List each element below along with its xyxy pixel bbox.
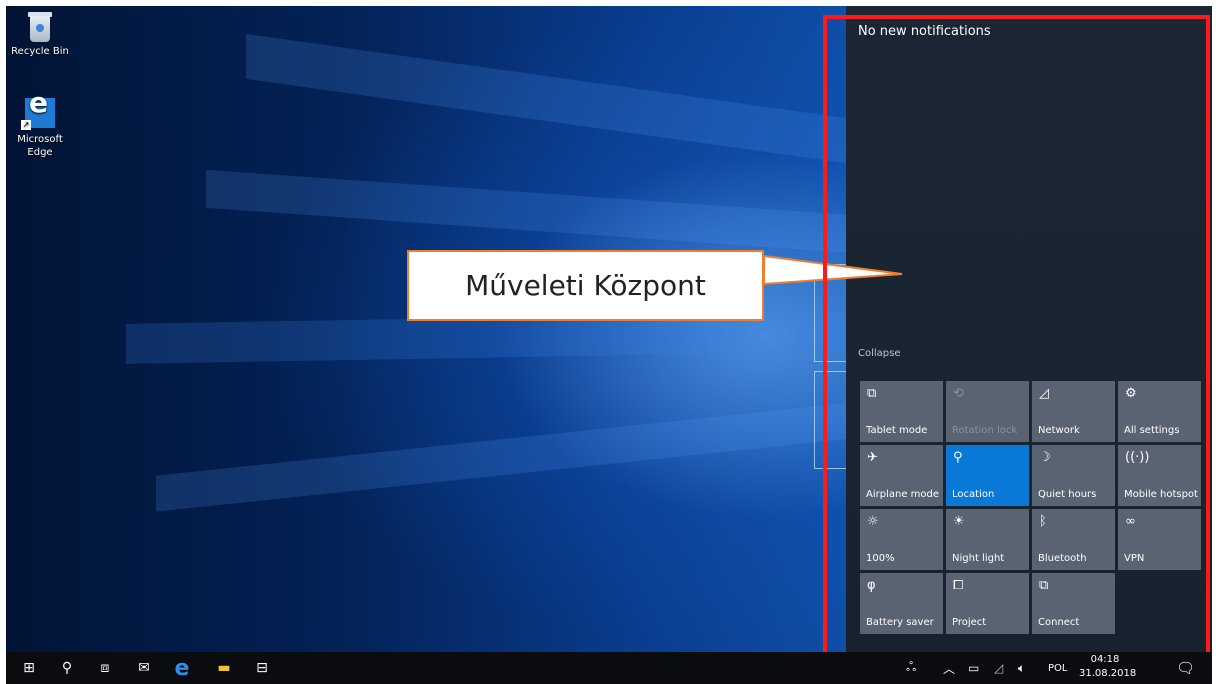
task-view-button[interactable]: ⧈ bbox=[90, 652, 120, 684]
task-view-icon: ⧈ bbox=[100, 660, 110, 676]
desktop-wallpaper bbox=[6, 6, 866, 652]
screenshot: Recycle Bin e ↗ Microsoft Edge No new not… bbox=[0, 0, 1216, 684]
desktop-icon-label: Recycle Bin bbox=[11, 46, 69, 57]
edge-icon: e bbox=[174, 655, 190, 681]
clock-date: 31.08.2018 bbox=[1079, 668, 1137, 679]
store-icon: ⊟ bbox=[256, 660, 268, 676]
desktop-icon-recycle-bin[interactable]: Recycle Bin bbox=[10, 10, 70, 58]
clock-time: 04:18 bbox=[1090, 654, 1120, 665]
volume-button[interactable]: 🔈︎ bbox=[1018, 652, 1025, 684]
battery-icon: ▭ bbox=[968, 661, 980, 675]
desktop-icon-label: Microsoft Edge bbox=[17, 134, 63, 158]
highlight-box bbox=[823, 15, 1210, 683]
show-hidden-icons-button[interactable]: ︿ bbox=[943, 652, 955, 684]
desktop-icon-microsoft-edge[interactable]: e ↗ Microsoft Edge bbox=[10, 89, 70, 159]
clock[interactable]: 04:18 31.08.2018 bbox=[1079, 653, 1137, 681]
taskbar-file-explorer[interactable]: ▬ bbox=[209, 652, 239, 684]
search-icon: ⚲ bbox=[61, 660, 73, 676]
taskbar-edge[interactable]: e bbox=[167, 652, 197, 684]
taskbar: ⊞ ⚲ ⧈ ✉ e ▬ ⊟ ஃ ︿ ▭ ◿ � bbox=[6, 652, 1212, 684]
action-center-button[interactable]: 🗨︎ bbox=[1176, 652, 1195, 684]
input-language[interactable]: POL bbox=[1048, 652, 1067, 684]
callout-label: Műveleti Központ bbox=[407, 250, 764, 321]
start-button[interactable]: ⊞ bbox=[14, 652, 44, 684]
taskbar-store[interactable]: ⊟ bbox=[247, 652, 277, 684]
search-button[interactable]: ⚲ bbox=[52, 652, 82, 684]
folder-icon: ▬ bbox=[217, 660, 231, 676]
people-button[interactable]: ஃ bbox=[906, 652, 916, 684]
speaker-icon: 🔈︎ bbox=[1018, 660, 1026, 675]
chevron-up-icon: ︿ bbox=[943, 661, 956, 676]
windows-icon: ⊞ bbox=[23, 660, 35, 676]
people-icon: ஃ bbox=[906, 660, 917, 675]
recycle-bin-icon bbox=[26, 10, 54, 42]
edge-icon: e ↗ bbox=[21, 89, 55, 130]
battery-button[interactable]: ▭ bbox=[968, 652, 979, 684]
mail-icon: ✉ bbox=[138, 660, 150, 676]
wifi-icon: ◿ bbox=[994, 661, 1004, 675]
network-tray-button[interactable]: ◿ bbox=[994, 652, 1003, 684]
taskbar-mail[interactable]: ✉ bbox=[129, 652, 159, 684]
notification-icon: 🗨︎ bbox=[1176, 659, 1196, 677]
